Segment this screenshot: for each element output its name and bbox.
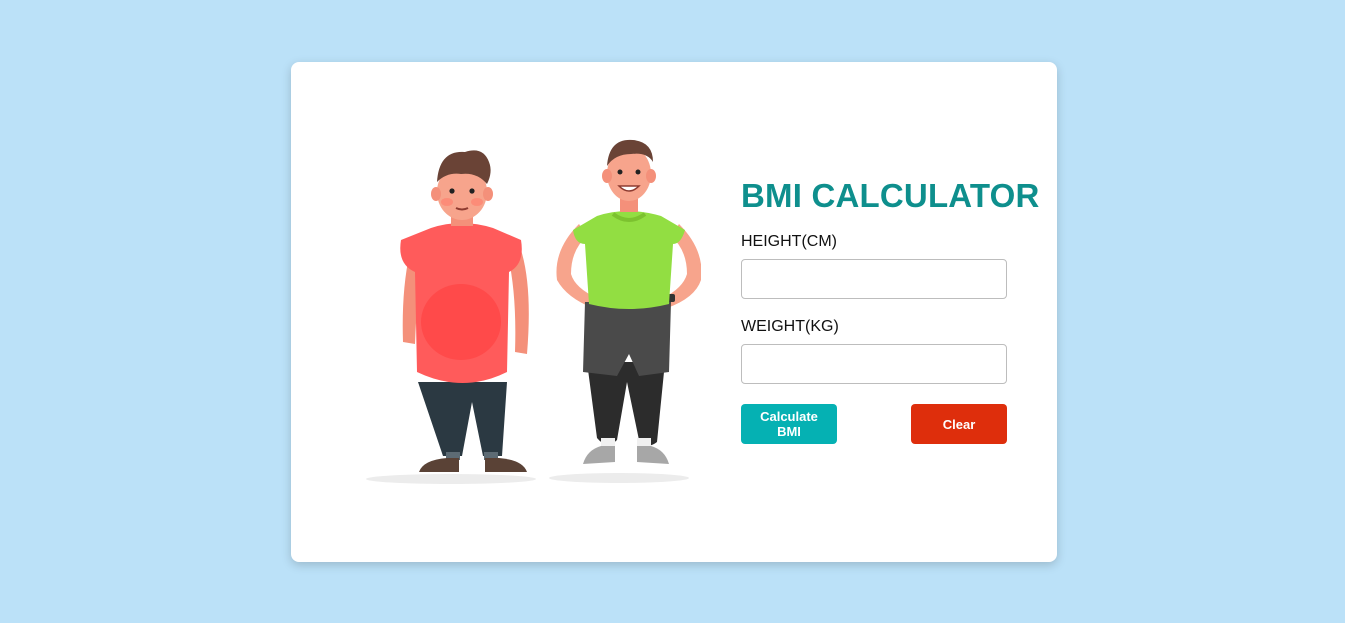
page-title: BMI CALCULATOR — [741, 177, 1040, 214]
button-row: Calculate BMI Clear — [741, 404, 1007, 444]
belly-shape — [421, 284, 501, 360]
weight-input[interactable] — [741, 344, 1007, 384]
ground-shadow — [366, 474, 536, 484]
overweight-man-figure — [400, 150, 529, 472]
height-label: HEIGHT(CM) — [741, 233, 837, 250]
ground-shadow — [549, 473, 689, 483]
people-illustration — [366, 139, 701, 484]
height-input[interactable] — [741, 259, 1007, 299]
clear-button[interactable]: Clear — [911, 404, 1007, 444]
weight-label: WEIGHT(KG) — [741, 318, 839, 335]
bmi-card: BMI CALCULATOR HEIGHT(CM) WEIGHT(KG) Cal… — [291, 62, 1057, 562]
fit-man-figure — [556, 139, 701, 464]
bmi-form: BMI CALCULATOR HEIGHT(CM) WEIGHT(KG) Cal… — [741, 174, 1040, 444]
calculate-bmi-button[interactable]: Calculate BMI — [741, 404, 837, 444]
